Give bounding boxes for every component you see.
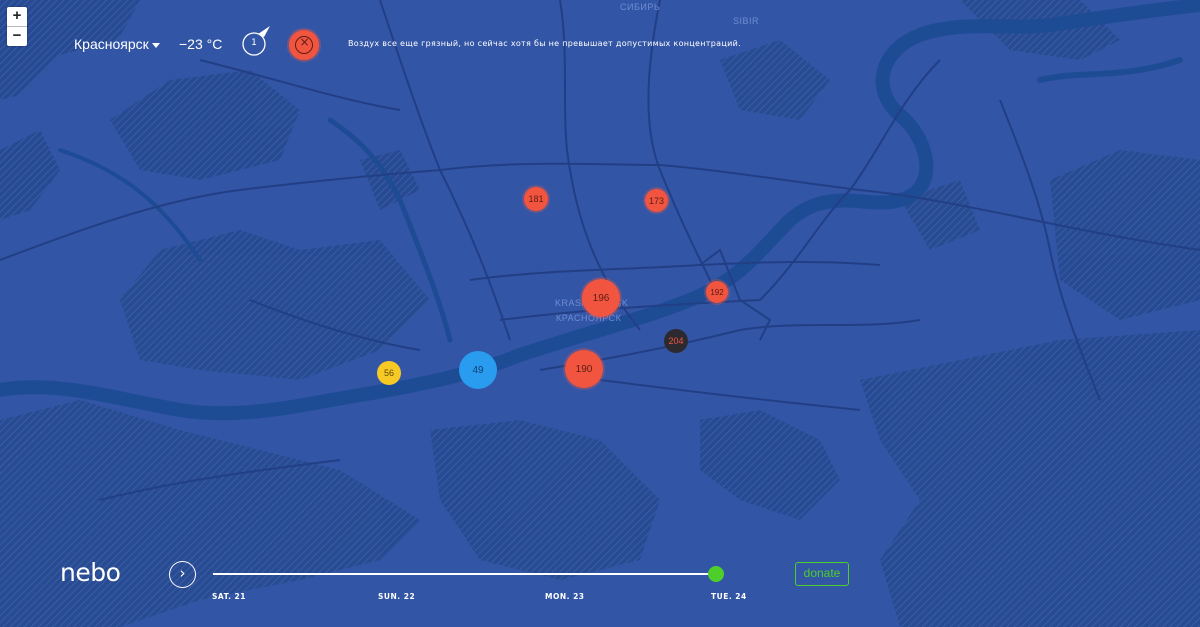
station-value: 181 [528, 194, 544, 204]
zoom-in-button[interactable]: + [7, 7, 27, 26]
map-label-sibir: SIBIR [733, 16, 760, 26]
city-name: Красноярск [74, 36, 149, 52]
status-message: Воздух все еще грязный, но сейчас хотя б… [348, 39, 741, 48]
station-marker[interactable]: 204 [664, 329, 688, 353]
station-marker[interactable]: 181 [524, 187, 548, 211]
station-value: 204 [668, 336, 684, 346]
play-button[interactable]: › [169, 561, 196, 588]
map-label-city-ru: КРАСНОЯРСК [556, 313, 622, 323]
station-marker[interactable]: 190 [565, 350, 603, 388]
station-marker[interactable]: 49 [459, 351, 497, 389]
station-value: 49 [472, 364, 484, 376]
city-selector[interactable]: Красноярск [74, 36, 160, 52]
wind-speed: 1 [251, 38, 257, 48]
station-value: 192 [710, 287, 724, 297]
timeline-day-sun[interactable]: SUN. 22 [378, 592, 415, 601]
station-marker[interactable]: 196 [582, 279, 620, 317]
timeline-track[interactable] [213, 573, 716, 575]
timeline-day-tue[interactable]: TUE. 24 [711, 592, 747, 601]
station-value: 190 [575, 363, 593, 375]
map-label-sibir-ru: СИБИРЬ [620, 2, 661, 12]
donate-button[interactable]: donate [795, 562, 849, 586]
zoom-out-button[interactable]: − [7, 26, 27, 46]
wind-indicator: 1 [240, 26, 272, 58]
station-marker[interactable]: 56 [377, 361, 401, 385]
station-value: 173 [648, 195, 665, 206]
timeline-day-sat[interactable]: SAT. 21 [212, 592, 246, 601]
station-marker[interactable]: 173 [645, 189, 668, 212]
station-value: 196 [592, 292, 610, 304]
zoom-control: + − [7, 7, 27, 46]
nebo-logo: nebo [60, 558, 121, 587]
pollution-status-icon: × [289, 30, 319, 60]
chevron-right-icon: › [179, 564, 186, 582]
timeline-handle[interactable] [708, 566, 724, 582]
chevron-down-icon [151, 42, 160, 48]
station-value: 56 [383, 368, 394, 378]
timeline-day-mon[interactable]: MON. 23 [545, 592, 585, 601]
station-marker[interactable]: 192 [706, 281, 728, 303]
temperature: −23 °C [179, 36, 223, 52]
